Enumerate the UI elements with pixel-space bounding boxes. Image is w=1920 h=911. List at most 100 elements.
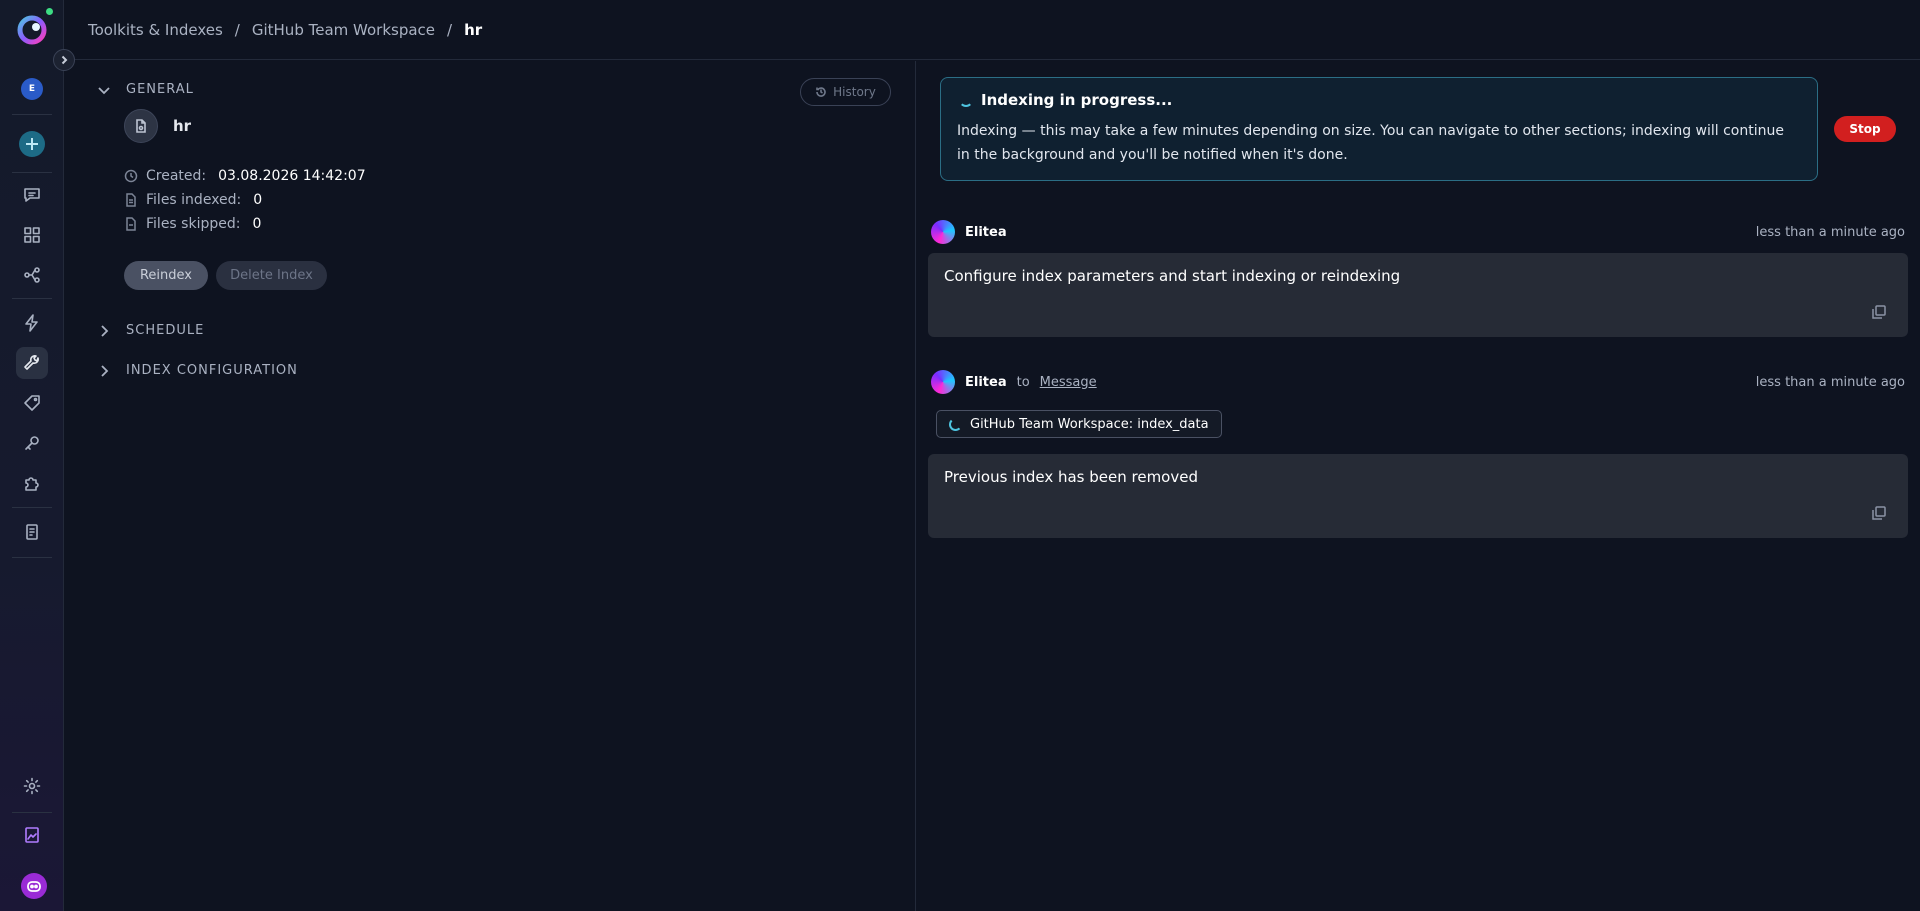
chat-icon (24, 188, 40, 202)
sidebar-item-extensions[interactable] (16, 467, 48, 499)
message-text: Previous index has been removed (944, 468, 1198, 486)
delete-index-button[interactable]: Delete Index (216, 261, 327, 290)
loading-spinner-icon (959, 93, 973, 107)
created-value: 03.08.2026 14:42:07 (218, 168, 366, 184)
document-icon (26, 524, 38, 540)
breadcrumb-workspace[interactable]: GitHub Team Workspace (252, 21, 435, 39)
sidebar-divider (12, 507, 52, 508)
tag-icon (24, 395, 40, 411)
chevron-right-icon (101, 324, 109, 337)
message-author: Elitea (965, 374, 1007, 390)
progress-description: Indexing — this may take a few minutes d… (957, 123, 1784, 163)
chevron-right-icon (101, 364, 109, 377)
files-skipped-label: Files skipped: (146, 216, 241, 232)
grid-icon (24, 227, 40, 243)
assistant-button[interactable] (21, 873, 47, 899)
history-icon (816, 87, 826, 97)
section-index-configuration-label: INDEX CONFIGURATION (126, 363, 298, 378)
puzzle-icon (25, 477, 39, 491)
online-status-dot (46, 8, 53, 15)
sidebar-item-chat[interactable] (16, 179, 48, 211)
key-icon (25, 436, 39, 450)
message-header: Elitea to Message less than a minute ago (931, 370, 1905, 394)
breadcrumb-separator: / (447, 20, 453, 39)
user-avatar[interactable]: E (21, 78, 43, 100)
copy-icon[interactable] (1872, 305, 1886, 319)
wrench-icon (24, 355, 39, 370)
bolt-icon (25, 314, 38, 332)
tool-call-chip[interactable]: GitHub Team Workspace: index_data (936, 410, 1222, 438)
message-text: Configure index parameters and start ind… (944, 267, 1401, 285)
sidebar-divider (12, 172, 52, 173)
index-avatar (124, 109, 158, 143)
section-general-label: GENERAL (126, 82, 194, 97)
files-skipped-value: 0 (252, 216, 262, 232)
created-label: Created: (146, 168, 207, 184)
files-indexed-label: Files indexed: (146, 192, 242, 208)
sidebar-item-gallery[interactable] (16, 819, 48, 851)
file-icon (136, 119, 146, 133)
files-indexed-value: 0 (253, 192, 263, 208)
breadcrumb-toolkits[interactable]: Toolkits & Indexes (88, 21, 223, 39)
sidebar-item-artifacts[interactable] (16, 516, 48, 548)
plus-icon (26, 138, 38, 150)
sidebar-item-pipelines[interactable] (16, 259, 48, 291)
created-row: Created: 03.08.2026 14:42:07 (124, 168, 366, 184)
message-to-label: to (1016, 374, 1030, 390)
sidebar-expand-button[interactable] (53, 49, 75, 71)
history-button[interactable]: History (800, 78, 891, 106)
elitea-avatar (931, 370, 955, 394)
bot-icon (27, 881, 41, 892)
file-icon (126, 193, 136, 207)
message-bubble: Configure index parameters and start ind… (928, 253, 1908, 337)
logo-icon[interactable] (17, 15, 47, 45)
files-indexed-row: Files indexed: 0 (124, 192, 262, 208)
sidebar-item-credentials[interactable] (16, 427, 48, 459)
sidebar-divider (12, 557, 52, 558)
section-index-configuration-toggle[interactable]: INDEX CONFIGURATION (97, 363, 298, 378)
file-skip-icon (126, 217, 136, 231)
indexing-progress-banner: Indexing in progress... Indexing — this … (940, 77, 1818, 181)
message-author: Elitea (965, 224, 1007, 240)
loading-spinner-icon (949, 417, 962, 431)
sidebar-item-apps[interactable] (16, 219, 48, 251)
chevron-down-icon (98, 86, 110, 94)
message-time: less than a minute ago (1755, 224, 1905, 240)
image-icon (25, 827, 39, 843)
message-bubble: Previous index has been removed (928, 454, 1908, 538)
create-button[interactable] (19, 131, 45, 157)
sidebar-item-settings[interactable] (16, 770, 48, 802)
progress-title-row: Indexing in progress... (957, 91, 1801, 109)
message-time: less than a minute ago (1755, 374, 1905, 390)
history-label: History (833, 85, 876, 99)
breadcrumb-separator: / (234, 20, 240, 39)
sidebar-item-toolkits[interactable] (16, 347, 48, 379)
copy-icon[interactable] (1872, 506, 1886, 520)
index-name: hr (173, 117, 192, 135)
section-schedule-label: SCHEDULE (126, 323, 205, 338)
sidebar-item-tags[interactable] (16, 387, 48, 419)
message-target-link[interactable]: Message (1040, 375, 1097, 390)
elitea-avatar (931, 220, 955, 244)
section-schedule-toggle[interactable]: SCHEDULE (97, 323, 204, 338)
stop-button[interactable]: Stop (1834, 116, 1896, 142)
files-skipped-row: Files skipped: 0 (124, 216, 261, 232)
clock-icon (124, 169, 138, 183)
index-details-panel: GENERAL History hr Created: 03.08.2026 1… (65, 61, 915, 911)
flow-icon (24, 267, 40, 283)
sidebar-divider (12, 812, 52, 813)
settings-icon (23, 777, 41, 795)
sidebar-divider (12, 114, 52, 115)
panel-divider (915, 61, 916, 911)
sidebar-divider (12, 298, 52, 299)
chevron-right-icon (61, 55, 68, 65)
message-header: Elitea less than a minute ago (931, 220, 1905, 244)
breadcrumb-current: hr (464, 20, 483, 39)
progress-title: Indexing in progress... (981, 91, 1173, 109)
section-general-toggle[interactable]: GENERAL (97, 82, 194, 97)
top-header: Toolkits & Indexes / GitHub Team Workspa… (65, 0, 1920, 60)
sidebar-item-triggers[interactable] (16, 307, 48, 339)
reindex-button[interactable]: Reindex (124, 261, 208, 290)
tool-call-label: GitHub Team Workspace: index_data (970, 416, 1209, 432)
sidebar: E (0, 0, 64, 911)
